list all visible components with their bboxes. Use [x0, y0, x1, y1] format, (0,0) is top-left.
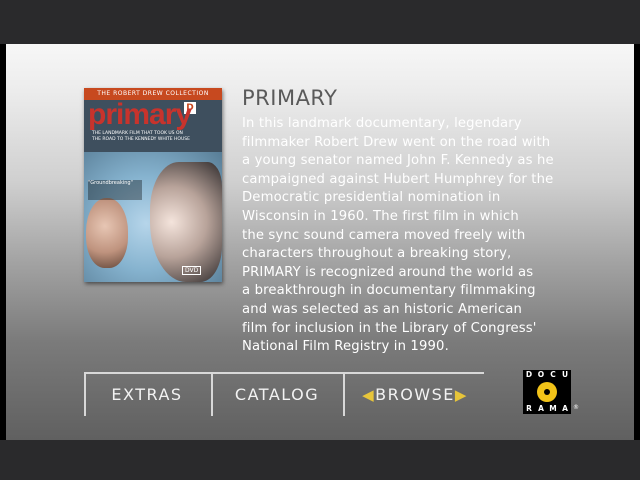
- logo-letter: A: [538, 404, 544, 413]
- menu-divider: [84, 372, 86, 416]
- logo-letter: R: [526, 404, 532, 413]
- film-description: In this landmark documentary, legendary …: [242, 116, 554, 355]
- logo-letter: U: [561, 370, 569, 379]
- arrow-right-icon: ▶: [454, 386, 468, 404]
- docurama-logo: D O C U R A M A ®: [523, 370, 579, 414]
- logo-letter: A: [562, 404, 568, 413]
- extras-button[interactable]: EXTRAS: [88, 384, 206, 406]
- dvd-cover: THE ROBERT DREW COLLECTION D primary THE…: [84, 88, 222, 282]
- logo-letter: D: [525, 370, 533, 379]
- menu-divider-horizontal: [84, 372, 484, 374]
- logo-disc-icon: [537, 382, 557, 402]
- top-letterbox-bar: [0, 0, 640, 44]
- dvd-logo: DVD: [182, 266, 202, 275]
- dvd-photo-man: [150, 162, 222, 282]
- dvd-quote: "Groundbreaking": [88, 180, 142, 200]
- dvd-tagline: THE LANDMARK FILM THAT TOOK US ON THE RO…: [92, 131, 190, 142]
- arrow-left-icon: ◀: [362, 386, 376, 404]
- menu-divider: [343, 372, 345, 416]
- dvd-photo-woman: [86, 198, 128, 268]
- catalog-button[interactable]: CATALOG: [215, 384, 339, 406]
- dvd-cover-title: primary: [88, 98, 192, 131]
- logo-letter: M: [549, 404, 557, 413]
- logo-letter: O: [537, 370, 545, 379]
- menu-divider: [211, 372, 213, 416]
- bottom-menu: EXTRAS CATALOG ◀BROWSE▶: [84, 372, 484, 416]
- registered-mark: ®: [573, 404, 579, 411]
- browse-label: BROWSE: [375, 385, 455, 404]
- film-title: PRIMARY: [242, 86, 338, 110]
- bottom-letterbox-bar: [0, 440, 640, 480]
- browse-button[interactable]: ◀BROWSE▶: [348, 384, 482, 406]
- logo-letter: C: [550, 370, 556, 379]
